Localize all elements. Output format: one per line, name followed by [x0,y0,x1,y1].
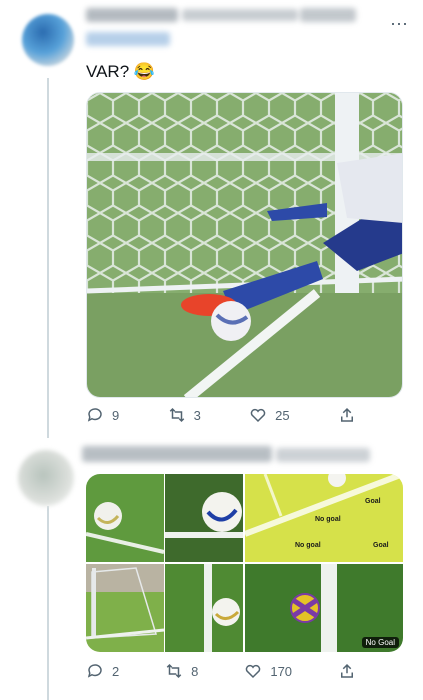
grid-photo-3[interactable]: Goal No goal No goal Goal [245,474,403,562]
author-handle-redacted [276,448,370,462]
retweet-button[interactable]: 3 [168,406,201,424]
share-icon [340,663,353,678]
like-count: 25 [275,407,290,423]
avatar[interactable] [18,450,74,506]
label-goal: Goal [373,542,389,549]
retweet-icon [169,407,184,423]
label-no-goal: No goal [295,542,321,549]
like-button[interactable]: 170 [244,662,292,680]
share-icon [340,407,353,422]
like-count: 170 [270,663,293,679]
reply-context-redacted [86,32,170,46]
thread-line [47,506,49,700]
reply-icon [87,408,102,422]
tweet-text: VAR? 😂 [86,62,156,81]
reply-button[interactable]: 2 [86,662,119,680]
author-handle-redacted [182,9,298,21]
like-icon [250,408,266,423]
author-name-redacted [82,446,272,462]
grid-photo-1[interactable] [86,474,243,562]
share-button[interactable] [338,406,356,424]
thread-line [47,78,49,438]
like-icon [246,664,261,679]
more-icon[interactable]: ⋯ [390,14,409,35]
like-button[interactable]: 25 [249,406,290,424]
no-goal-tag: No Goal [361,637,399,648]
label-goal: Goal [365,498,381,505]
goal-line-photo [87,93,402,397]
reply-count: 2 [112,663,120,679]
grid-photo-2[interactable] [86,564,243,652]
reply-button[interactable]: 9 [86,406,119,424]
grid-photo-4[interactable]: No Goal [245,564,403,652]
reply-icon [87,664,102,678]
tweet-date-redacted [300,8,356,22]
tweet-actions: 9 3 25 [86,406,356,424]
author-name-redacted [86,8,178,22]
avatar[interactable] [22,14,74,66]
tweet-image[interactable] [86,92,403,398]
label-no-goal: No goal [315,516,341,523]
tweet-image-grid[interactable]: Goal No goal No goal Goal No Goal [86,474,403,652]
tweet-actions: 2 8 170 [86,662,356,680]
retweet-icon [166,663,182,679]
retweet-count: 8 [191,663,199,679]
share-button[interactable] [338,662,356,680]
retweet-count: 3 [193,407,201,423]
retweet-button[interactable]: 8 [165,662,198,680]
reply-count: 9 [112,407,120,423]
